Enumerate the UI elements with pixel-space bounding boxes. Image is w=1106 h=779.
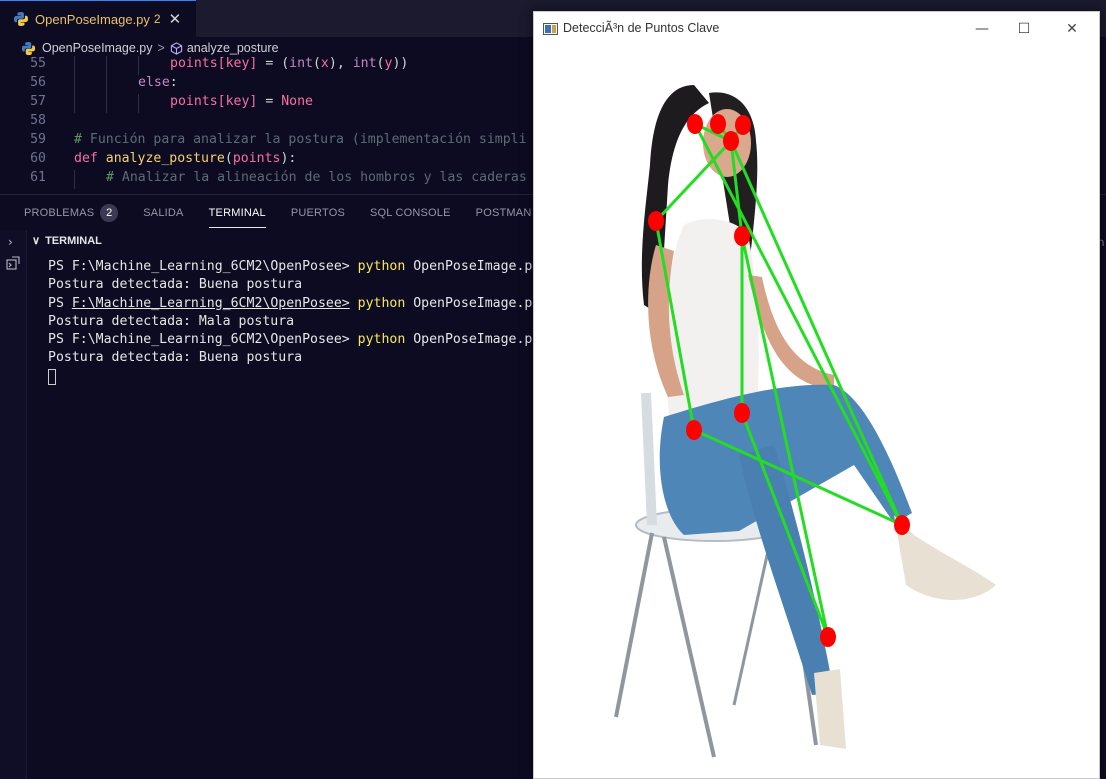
line-number: 60 — [30, 151, 46, 166]
terminal-output-line: Postura detectada: Buena postura — [48, 350, 303, 366]
chevron-right-icon[interactable]: › — [8, 235, 13, 249]
panel-tab-salida[interactable]: SALIDA — [143, 207, 183, 219]
keypoint-marker — [735, 115, 751, 135]
breadcrumb-file[interactable]: OpenPoseImage.py — [42, 41, 153, 55]
code-line[interactable]: 55 points[key] = (int(x), int(y)) — [0, 56, 540, 75]
code-line[interactable]: 56 else: — [0, 75, 540, 94]
code-line[interactable]: 57 points[key] = None — [0, 94, 540, 113]
keypoint-marker — [687, 114, 703, 134]
minimize-button[interactable]: — — [959, 16, 1005, 42]
code-text: # Analizar la alineación de los hombros … — [106, 170, 527, 185]
code-text: points[key] = None — [170, 94, 313, 109]
code-line[interactable]: 59 # Función para analizar la postura (im… — [0, 132, 540, 151]
panel-tab-terminal[interactable]: TERMINAL — [208, 207, 267, 228]
python-icon — [21, 41, 36, 55]
code-text: def analyze_posture(points): — [74, 151, 297, 166]
keypoint-marker — [710, 114, 726, 134]
terminal-output-line: Postura detectada: Buena postura — [48, 277, 303, 293]
line-number: 57 — [30, 94, 46, 109]
line-number: 55 — [30, 56, 46, 71]
tab-openposeimage[interactable]: OpenPoseImage.py 2 ✕ — [0, 0, 196, 37]
panel-tab-puertos[interactable]: PUERTOS — [291, 207, 345, 219]
keypoint-marker — [734, 403, 750, 423]
keypoint-marker — [734, 226, 750, 246]
indent-guide — [106, 75, 107, 94]
method-cube-icon — [170, 41, 182, 55]
keypoint-marker — [894, 515, 910, 535]
tab-problem-count: 2 — [153, 12, 161, 26]
terminal-command-line: PS F:\Machine_Learning_6CM2\OpenPosee> p… — [48, 332, 541, 348]
tab-close-icon[interactable]: ✕ — [169, 10, 182, 28]
indent-guide — [74, 75, 75, 94]
problems-count-badge: 2 — [100, 203, 119, 222]
tab-filename: OpenPoseImage.py — [35, 11, 150, 27]
python-icon — [14, 12, 28, 26]
line-number: 59 — [30, 132, 46, 147]
panel-tab-sql-console[interactable]: SQL CONSOLE — [370, 207, 451, 219]
terminal-cursor — [48, 368, 56, 385]
code-text: # Función para analizar la postura (impl… — [74, 132, 527, 147]
code-text: else: — [138, 75, 178, 90]
panel-tab-problemas[interactable]: PROBLEMAS 2 — [24, 203, 119, 222]
terminal-output-line: Postura detectada: Mala postura — [48, 313, 295, 329]
terminal-title: TERMINAL — [45, 234, 102, 247]
keypoint-marker — [648, 211, 664, 231]
chevron-down-icon: ∨ — [32, 235, 41, 247]
indent-guide — [138, 94, 139, 113]
keypoints-window[interactable]: DetecciÃ³n de Puntos Clave — ☐ ✕ — [533, 11, 1100, 779]
keypoints-window-title: DetecciÃ³n de Puntos Clave — [563, 21, 720, 35]
code-line[interactable]: 61 # Analizar la alineación de los hombro… — [0, 170, 540, 189]
panel-sidebar: › — [0, 230, 27, 779]
indent-guide — [106, 56, 107, 75]
terminal-command-line: PS F:\Machine_Learning_6CM2\OpenPosee> p… — [48, 295, 541, 311]
keypoint-marker — [686, 420, 702, 440]
keypoints-window-titlebar[interactable]: DetecciÃ³n de Puntos Clave — ☐ ✕ — [534, 12, 1099, 45]
keypoint-marker — [820, 627, 836, 647]
maximize-button[interactable]: ☐ — [1001, 16, 1047, 42]
indent-guide — [106, 94, 107, 113]
keypoint-marker — [723, 131, 739, 151]
terminal-section-header[interactable]: ∨ TERMINAL — [32, 234, 102, 248]
indent-guide — [74, 94, 75, 113]
close-button[interactable]: ✕ — [1049, 16, 1095, 42]
breadcrumb-symbol[interactable]: analyze_posture — [187, 41, 279, 55]
terminal-output[interactable]: PS F:\Machine_Learning_6CM2\OpenPosee> p… — [48, 259, 540, 387]
code-line[interactable]: 58 — [0, 113, 540, 132]
indent-guide — [74, 56, 75, 75]
terminal-command-line: PS F:\Machine_Learning_6CM2\OpenPosee> p… — [48, 259, 541, 274]
terminal-prompt-line[interactable] — [48, 368, 540, 387]
indent-guide — [138, 56, 139, 75]
indent-guide — [74, 170, 75, 189]
pose-image — [534, 45, 1099, 778]
code-editor[interactable]: 55 points[key] = (int(x), int(y)) 56 else: 5… — [0, 56, 540, 194]
code-line[interactable]: 60 def analyze_posture(points): — [0, 151, 540, 170]
terminal-link-icon[interactable] — [6, 256, 20, 270]
image-window-icon — [543, 23, 558, 35]
breadcrumb-separator: > — [157, 41, 165, 55]
code-text: points[key] = (int(x), int(y)) — [170, 56, 409, 71]
line-number: 56 — [30, 75, 46, 90]
line-number: 58 — [30, 113, 46, 128]
line-number: 61 — [30, 170, 46, 185]
